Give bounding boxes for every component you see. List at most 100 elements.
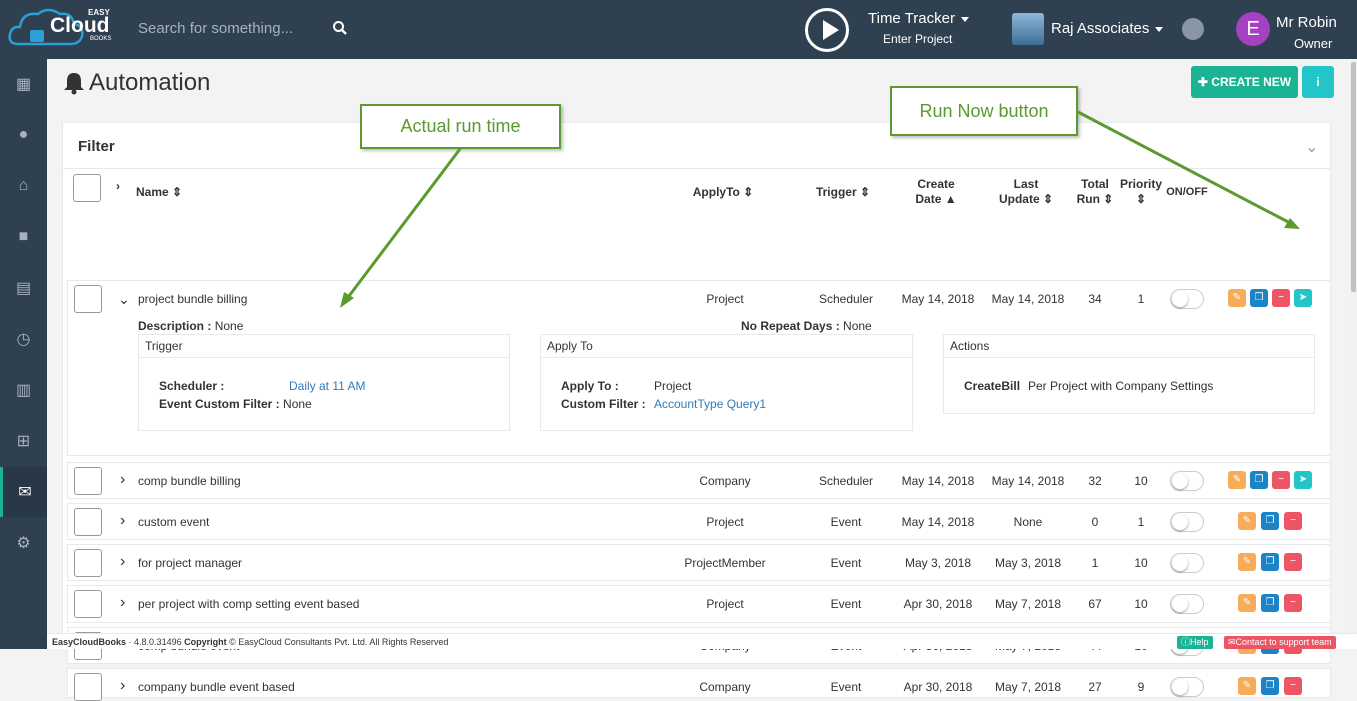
create-new-button[interactable]: ✚ CREATE NEW	[1191, 66, 1298, 98]
enter-project-link[interactable]: Enter Project	[883, 32, 952, 46]
row-name[interactable]: comp bundle billing	[138, 474, 241, 488]
column-header-total-run[interactable]: Total Run ⇕	[1075, 177, 1115, 207]
onoff-toggle[interactable]	[1170, 289, 1204, 309]
scheduler-value[interactable]: Daily at 11 AM	[289, 379, 365, 393]
column-last-label: Last	[1013, 177, 1039, 191]
copy-icon[interactable]: ❐	[1250, 289, 1268, 307]
column-header-trigger[interactable]: Trigger ⇕	[808, 185, 878, 200]
search-icon[interactable]	[332, 20, 348, 36]
footer-text: EasyCloudBooks · 4.8.0.31496 Copyright ©…	[52, 637, 448, 647]
delete-icon[interactable]: −	[1284, 594, 1302, 612]
row-last-update: May 7, 2018	[994, 597, 1062, 611]
copy-icon[interactable]: ❐	[1261, 512, 1279, 530]
row-priority: 10	[1134, 597, 1148, 611]
delete-icon[interactable]: −	[1284, 677, 1302, 695]
row-name[interactable]: project bundle billing	[138, 292, 247, 306]
row-name[interactable]: custom event	[138, 515, 209, 529]
onoff-toggle[interactable]	[1170, 512, 1204, 532]
row-checkbox[interactable]	[74, 285, 102, 313]
row-checkbox[interactable]	[74, 590, 102, 618]
envelope-icon[interactable]: ✉	[0, 467, 47, 517]
search-input[interactable]: Search for something...	[138, 20, 293, 37]
briefcase-icon[interactable]: ■	[0, 212, 47, 262]
time-tracker-dropdown[interactable]: Time Tracker	[868, 10, 969, 27]
expand-chevron-icon[interactable]: ›	[120, 677, 125, 695]
row-total-run: 0	[1091, 515, 1099, 529]
help-button[interactable]: ⓘHelp	[1177, 636, 1213, 649]
row-checkbox[interactable]	[74, 673, 102, 701]
column-header-create-date[interactable]: Create Date ▲	[906, 177, 966, 207]
custom-filter-value[interactable]: AccountType Query1	[654, 397, 766, 411]
edit-icon[interactable]: ✎	[1238, 512, 1256, 530]
column-header-applyto[interactable]: ApplyTo ⇕	[688, 185, 758, 200]
document-icon[interactable]: ▤	[0, 263, 47, 313]
row-name[interactable]: for project manager	[138, 556, 242, 570]
caret-down-icon	[1155, 26, 1164, 32]
delete-icon[interactable]: −	[1284, 553, 1302, 571]
row-last-update: May 14, 2018	[991, 474, 1065, 488]
run-now-icon[interactable]: ➤	[1294, 289, 1312, 307]
info-button[interactable]: i	[1302, 66, 1334, 98]
play-timer-icon[interactable]	[805, 8, 849, 52]
help-label: Help	[1190, 637, 1209, 647]
bell-icon	[64, 73, 84, 95]
filter-title[interactable]: Filter	[78, 138, 115, 155]
column-header-last-update[interactable]: Last Update ⇕	[996, 177, 1056, 207]
filter-panel: Filter ⌄ › Name ⇕ ApplyTo ⇕ Trigger ⇕ Cr…	[62, 122, 1331, 701]
trigger-box: Trigger Scheduler : Daily at 11 AM Event…	[138, 334, 510, 431]
dashboard-icon[interactable]: ▦	[0, 59, 47, 109]
company-dropdown[interactable]: Raj Associates	[1051, 20, 1164, 37]
contact-support-button[interactable]: ✉Contact to support team	[1224, 636, 1336, 649]
edit-icon[interactable]: ✎	[1228, 471, 1246, 489]
run-now-icon[interactable]: ➤	[1294, 471, 1312, 489]
row-name[interactable]: per project with comp setting event base…	[138, 597, 359, 611]
column-header-priority[interactable]: Priority ⇕	[1119, 177, 1163, 207]
edit-icon[interactable]: ✎	[1238, 553, 1256, 571]
copy-icon[interactable]: ❐	[1250, 471, 1268, 489]
row-checkbox[interactable]	[74, 467, 102, 495]
gear-icon[interactable]: ⚙	[0, 518, 47, 568]
description: Description : None	[138, 319, 243, 333]
clock-icon[interactable]: ◷	[0, 314, 47, 364]
row-checkbox[interactable]	[74, 549, 102, 577]
user-icon[interactable]: ●	[0, 110, 47, 160]
edit-icon[interactable]: ✎	[1228, 289, 1246, 307]
user-avatar[interactable]: E	[1236, 12, 1270, 46]
globe-icon[interactable]	[1182, 18, 1204, 40]
row-priority: 10	[1134, 556, 1148, 570]
expand-chevron-icon[interactable]: ›	[120, 512, 125, 530]
delete-icon[interactable]: −	[1284, 512, 1302, 530]
expand-chevron-icon[interactable]: ›	[120, 471, 125, 489]
column-header-onoff: ON/OFF	[1166, 186, 1208, 198]
newspaper-icon[interactable]: ▥	[0, 365, 47, 415]
column-create-date-label: Date	[915, 192, 942, 206]
expand-all-chevron-icon[interactable]: ›	[116, 179, 120, 194]
delete-icon[interactable]: −	[1272, 289, 1290, 307]
copy-icon[interactable]: ❐	[1261, 677, 1279, 695]
edit-icon[interactable]: ✎	[1238, 677, 1256, 695]
column-header-name[interactable]: Name ⇕	[136, 185, 182, 200]
onoff-toggle[interactable]	[1170, 471, 1204, 491]
onoff-toggle[interactable]	[1170, 553, 1204, 573]
select-all-checkbox[interactable]	[73, 174, 101, 202]
chevron-down-icon[interactable]: ⌄	[1305, 137, 1318, 157]
onoff-toggle[interactable]	[1170, 677, 1204, 697]
edit-icon[interactable]: ✎	[1238, 594, 1256, 612]
row-priority: 10	[1134, 474, 1148, 488]
row-checkbox[interactable]	[74, 508, 102, 536]
collapse-chevron-icon[interactable]: ⌄	[118, 291, 130, 308]
scrollbar-thumb[interactable]	[1351, 62, 1356, 292]
row-name[interactable]: company bundle event based	[138, 680, 295, 694]
actions-box-title: Actions	[950, 339, 990, 353]
expand-chevron-icon[interactable]: ›	[120, 594, 125, 612]
bank-icon[interactable]: ⌂	[0, 161, 47, 211]
plus-square-icon[interactable]: ⊞	[0, 416, 47, 466]
onoff-toggle[interactable]	[1170, 594, 1204, 614]
copy-icon[interactable]: ❐	[1261, 553, 1279, 571]
time-tracker-label: Time Tracker	[868, 10, 955, 27]
copy-icon[interactable]: ❐	[1261, 594, 1279, 612]
expand-chevron-icon[interactable]: ›	[120, 553, 125, 571]
delete-icon[interactable]: −	[1272, 471, 1290, 489]
user-name[interactable]: Mr Robin	[1276, 14, 1337, 31]
easycloudbooks-logo[interactable]: EASY Cloud BOOKS	[8, 4, 123, 52]
